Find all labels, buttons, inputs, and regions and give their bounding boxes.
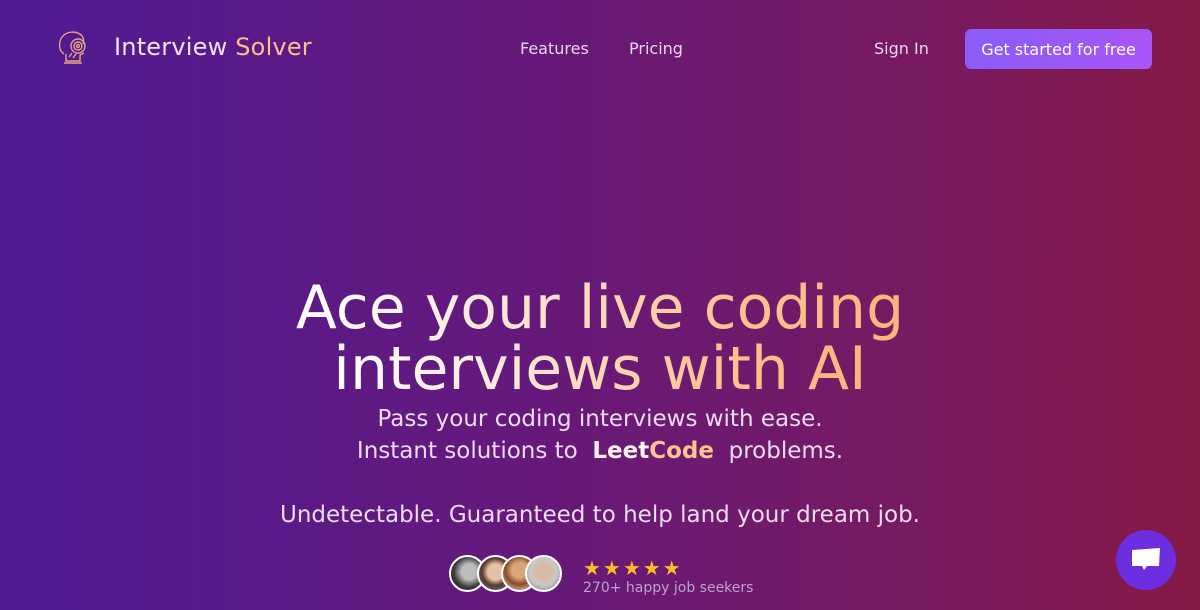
- subtitle-suffix: problems.: [728, 438, 844, 464]
- nav-link-pricing[interactable]: Pricing: [629, 39, 683, 58]
- hero-title-line-1: Ace your live coding: [295, 273, 905, 344]
- leetcode-code: Code: [649, 438, 714, 464]
- sign-in-link[interactable]: Sign In: [874, 39, 929, 58]
- top-nav: Interview Solver Features Pricing Sign I…: [0, 0, 1200, 96]
- leetcode-leet: Leet: [592, 438, 650, 464]
- hero-subtitle-line-2: Instant solutions to LeetCode problems.: [0, 438, 1200, 464]
- leetcode-brand: LeetCode: [592, 438, 714, 464]
- happy-users-count: 270+ happy job seekers: [583, 580, 754, 596]
- star-rating: ★★★★★: [583, 556, 683, 580]
- chat-bubble-icon: [1132, 548, 1160, 570]
- hero-subtitle-line-1: Pass your coding interviews with ease.: [377, 406, 823, 432]
- subtitle-prefix: Instant solutions to: [356, 438, 578, 464]
- brand-name[interactable]: Interview Solver: [114, 33, 312, 61]
- user-avatar-4: [525, 555, 562, 592]
- nav-link-features[interactable]: Features: [520, 39, 589, 58]
- hero-title: Ace your live coding interviews with AI: [0, 278, 1200, 400]
- hero-subtitle-line-3: Undetectable. Guaranteed to help land yo…: [279, 502, 920, 528]
- hero-title-line-2: interviews with AI: [333, 334, 867, 405]
- logo-icon[interactable]: [54, 28, 94, 68]
- brand-word-1: Interview: [114, 33, 228, 61]
- chat-widget-button[interactable]: [1116, 530, 1176, 590]
- brand-word-2: Solver: [235, 33, 312, 61]
- get-started-button[interactable]: Get started for free: [965, 29, 1152, 69]
